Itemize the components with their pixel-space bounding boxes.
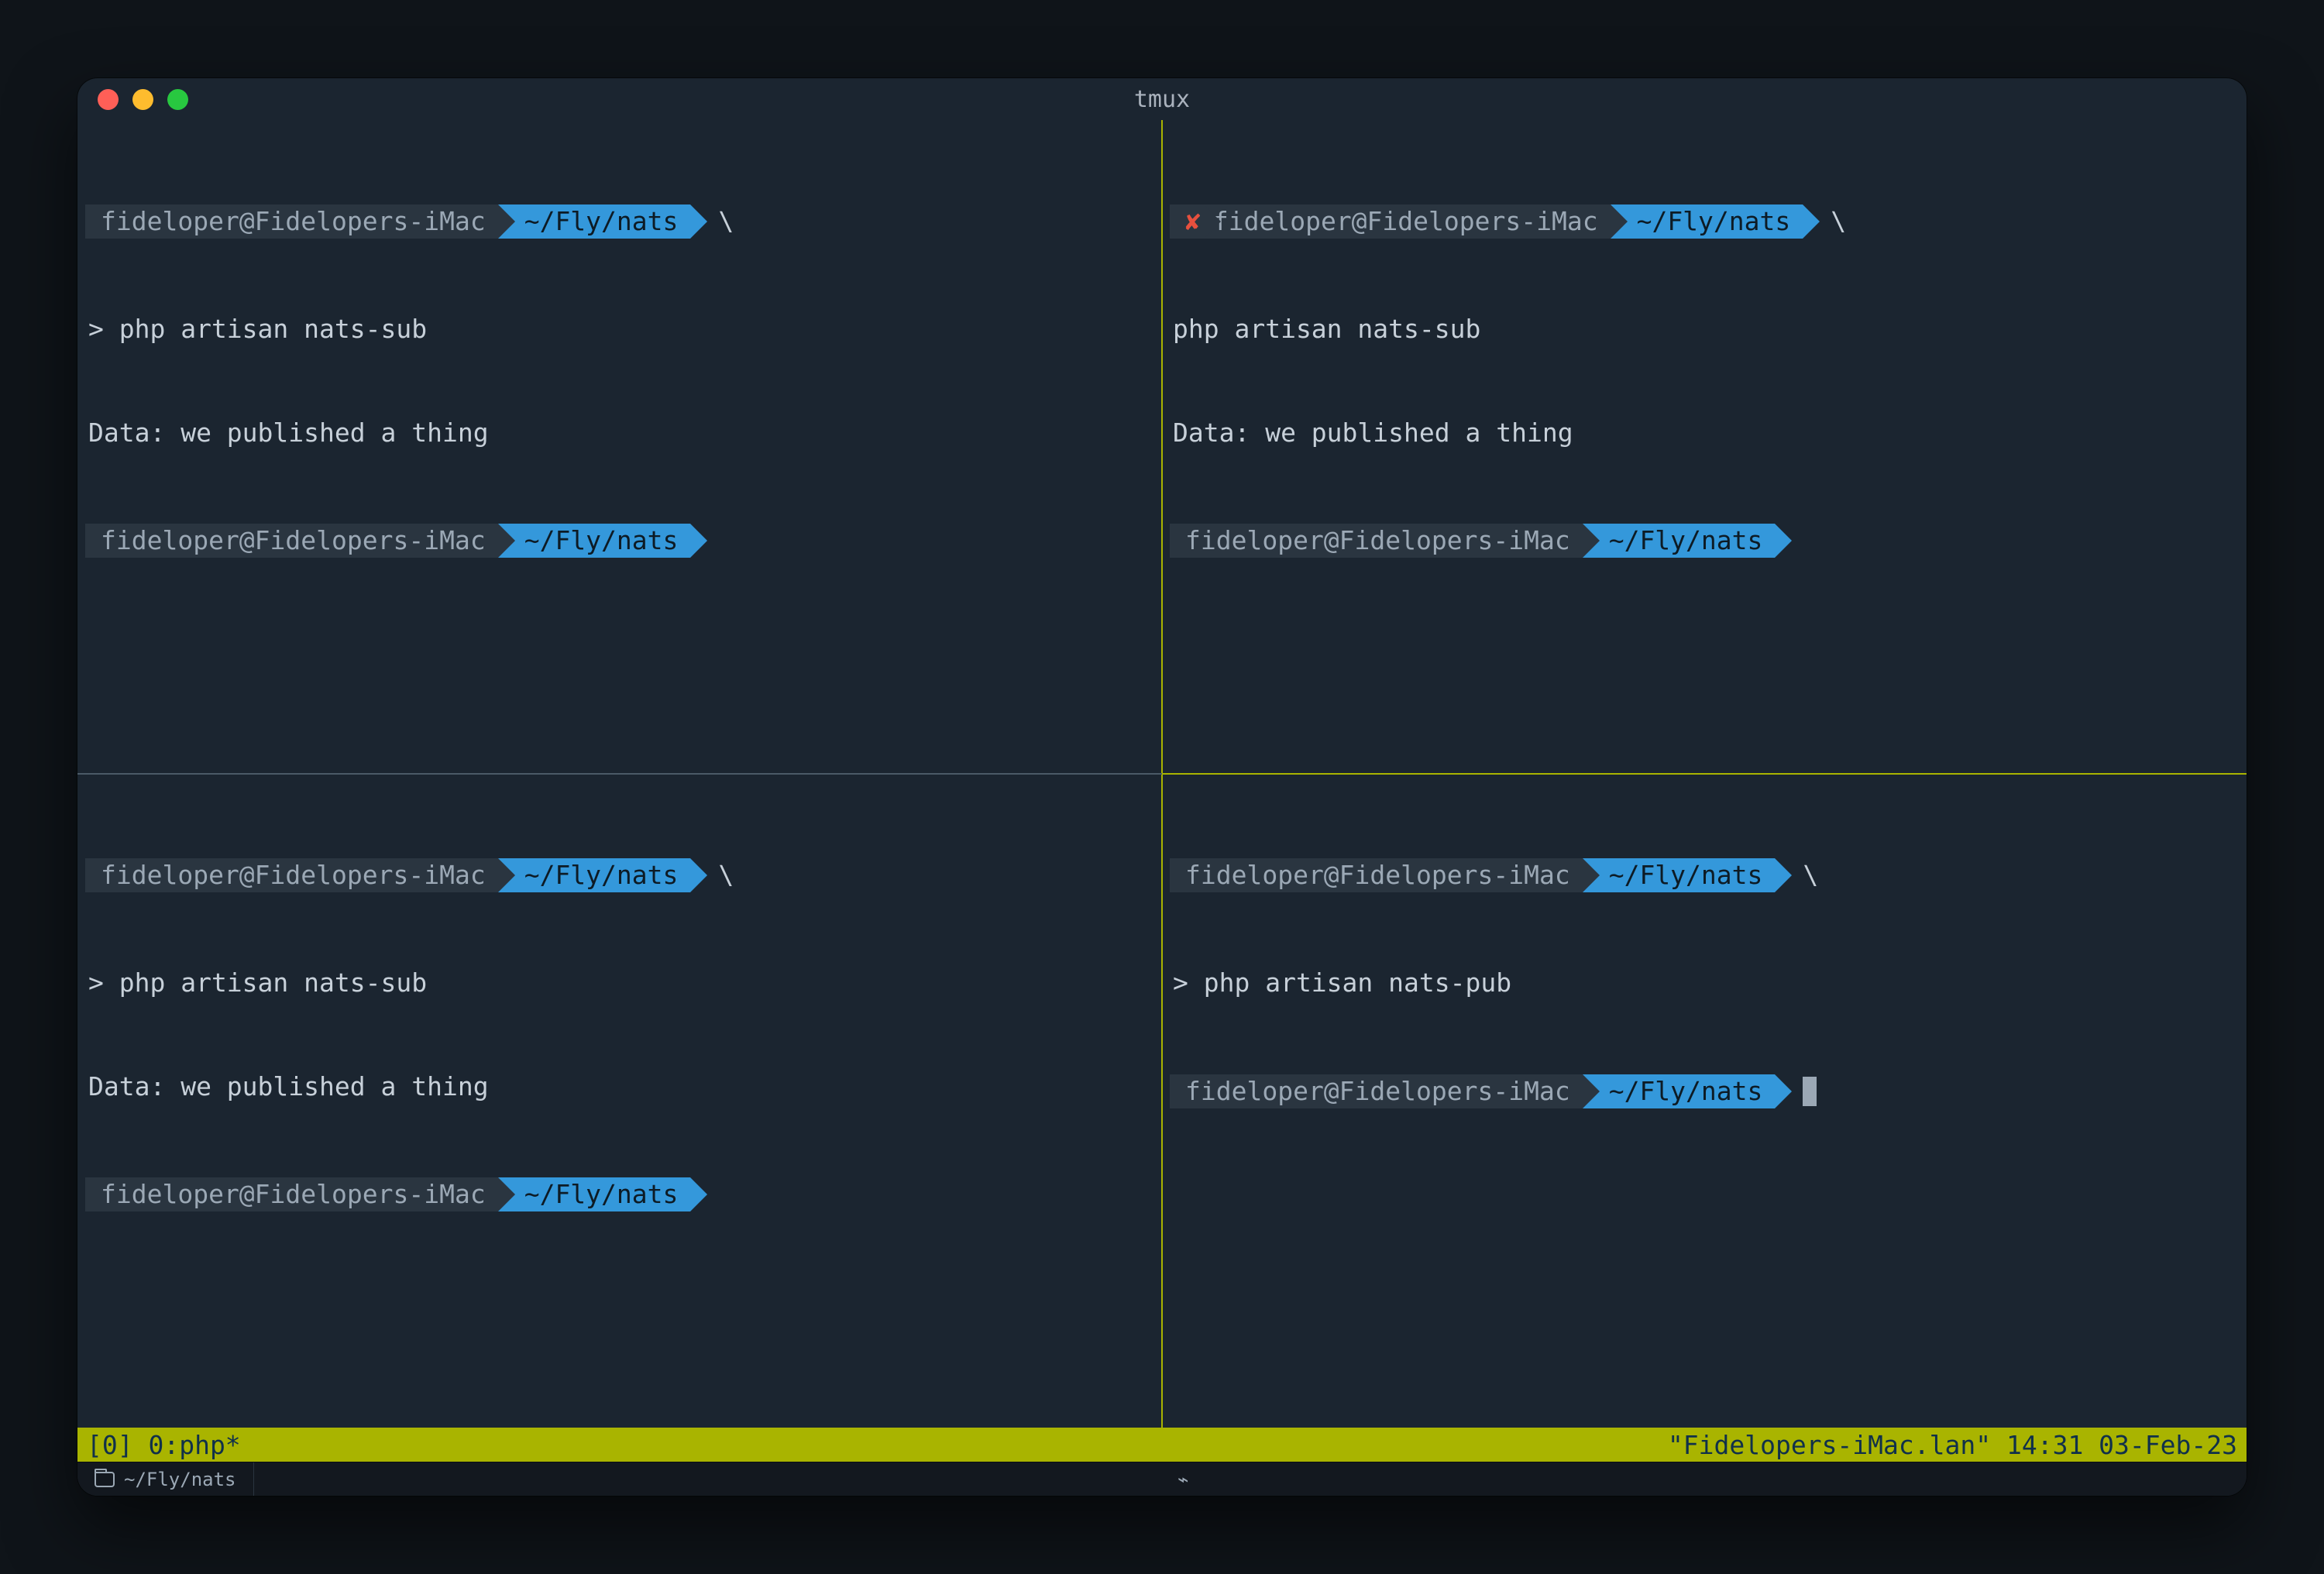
prompt-user-host: fideloper@Fidelopers-iMac: [85, 204, 498, 239]
continuation: \: [1803, 858, 1818, 893]
terminal-tab-strip: ~/Fly/nats ⌁: [77, 1462, 2247, 1496]
prompt: fideloper@Fidelopers-iMac ~/Fly/nats \: [85, 858, 1154, 892]
prompt: fideloper@Fidelopers-iMac ~/Fly/nats: [1170, 524, 2239, 558]
prompt-user-host: fideloper@Fidelopers-iMac: [1170, 1074, 1583, 1108]
traffic-lights: [98, 89, 188, 110]
pane-top-right[interactable]: ✘ fideloper@Fidelopers-iMac ~/Fly/nats \…: [1162, 120, 2247, 774]
prompt-path: ~/Fly/nats: [1611, 204, 1803, 239]
command-line: php artisan nats-sub: [1170, 312, 2239, 347]
output-line: Data: we published a thing: [85, 416, 1154, 451]
tab-label: ~/Fly/nats: [124, 1469, 236, 1490]
pane-top-left[interactable]: fideloper@Fidelopers-iMac ~/Fly/nats \ >…: [77, 120, 1162, 774]
prompt-user-host: fideloper@Fidelopers-iMac: [85, 1177, 498, 1211]
continuation: \: [718, 858, 734, 893]
prompt: fideloper@Fidelopers-iMac ~/Fly/nats: [1170, 1074, 2239, 1108]
command-line: > php artisan nats-sub: [85, 312, 1154, 347]
command-line: > php artisan nats-sub: [85, 966, 1154, 1001]
prompt-path: ~/Fly/nats: [498, 858, 691, 892]
prompt-user-host: fideloper@Fidelopers-iMac: [1170, 524, 1583, 558]
status-left: [0] 0:php*: [87, 1430, 241, 1460]
terminal-tab-2[interactable]: ⌁: [1162, 1462, 1188, 1496]
prompt-path: ~/Fly/nats: [1583, 524, 1776, 558]
prompt: fideloper@Fidelopers-iMac ~/Fly/nats \: [85, 204, 1154, 239]
prompt: fideloper@Fidelopers-iMac ~/Fly/nats: [85, 1177, 1154, 1211]
folder-icon: [95, 1472, 115, 1487]
window-title: tmux: [77, 86, 2247, 113]
prompt: fideloper@Fidelopers-iMac ~/Fly/nats \: [1170, 858, 2239, 892]
pane-bottom-right[interactable]: fideloper@Fidelopers-iMac ~/Fly/nats \ >…: [1162, 774, 2247, 1428]
tmux-grid: fideloper@Fidelopers-iMac ~/Fly/nats \ >…: [77, 120, 2247, 1428]
prompt-path: ~/Fly/nats: [498, 524, 691, 558]
prompt-user-host: fideloper@Fidelopers-iMac: [1204, 204, 1611, 239]
prompt-path: ~/Fly/nats: [498, 204, 691, 239]
terminal-window: tmux fideloper@Fidelopers-iMac ~/Fly/nat…: [77, 78, 2247, 1496]
terminal-tab[interactable]: ~/Fly/nats: [77, 1462, 254, 1496]
continuation: \: [1831, 204, 1846, 239]
output-line: Data: we published a thing: [85, 1070, 1154, 1105]
prompt-user-host: fideloper@Fidelopers-iMac: [1170, 858, 1583, 892]
prompt-path: ~/Fly/nats: [1583, 858, 1776, 892]
titlebar[interactable]: tmux: [77, 78, 2247, 120]
prompt: fideloper@Fidelopers-iMac ~/Fly/nats: [85, 524, 1154, 558]
output-line: Data: we published a thing: [1170, 416, 2239, 451]
tmux-status-bar[interactable]: [0] 0:php* "Fidelopers-iMac.lan" 14:31 0…: [77, 1428, 2247, 1462]
prompt-user-host: fideloper@Fidelopers-iMac: [85, 524, 498, 558]
command-line: > php artisan nats-pub: [1170, 966, 2239, 1001]
prompt-path: ~/Fly/nats: [1583, 1074, 1776, 1108]
pane-bottom-left[interactable]: fideloper@Fidelopers-iMac ~/Fly/nats \ >…: [77, 774, 1162, 1428]
cursor: [1803, 1077, 1817, 1106]
maximize-button[interactable]: [167, 89, 188, 110]
tab-glyph-icon: ⌁: [1177, 1469, 1188, 1490]
prompt: ✘ fideloper@Fidelopers-iMac ~/Fly/nats \: [1170, 204, 2239, 239]
prompt-path: ~/Fly/nats: [498, 1177, 691, 1211]
close-button[interactable]: [98, 89, 119, 110]
continuation: \: [718, 204, 734, 239]
prompt-user-host: fideloper@Fidelopers-iMac: [85, 858, 498, 892]
pane-divider-horizontal-right[interactable]: [1162, 773, 2247, 775]
status-right: "Fidelopers-iMac.lan" 14:31 03-Feb-23: [1668, 1430, 2237, 1460]
pane-divider-horizontal-left[interactable]: [77, 773, 1162, 775]
error-mark-icon: ✘: [1170, 204, 1204, 239]
minimize-button[interactable]: [132, 89, 153, 110]
